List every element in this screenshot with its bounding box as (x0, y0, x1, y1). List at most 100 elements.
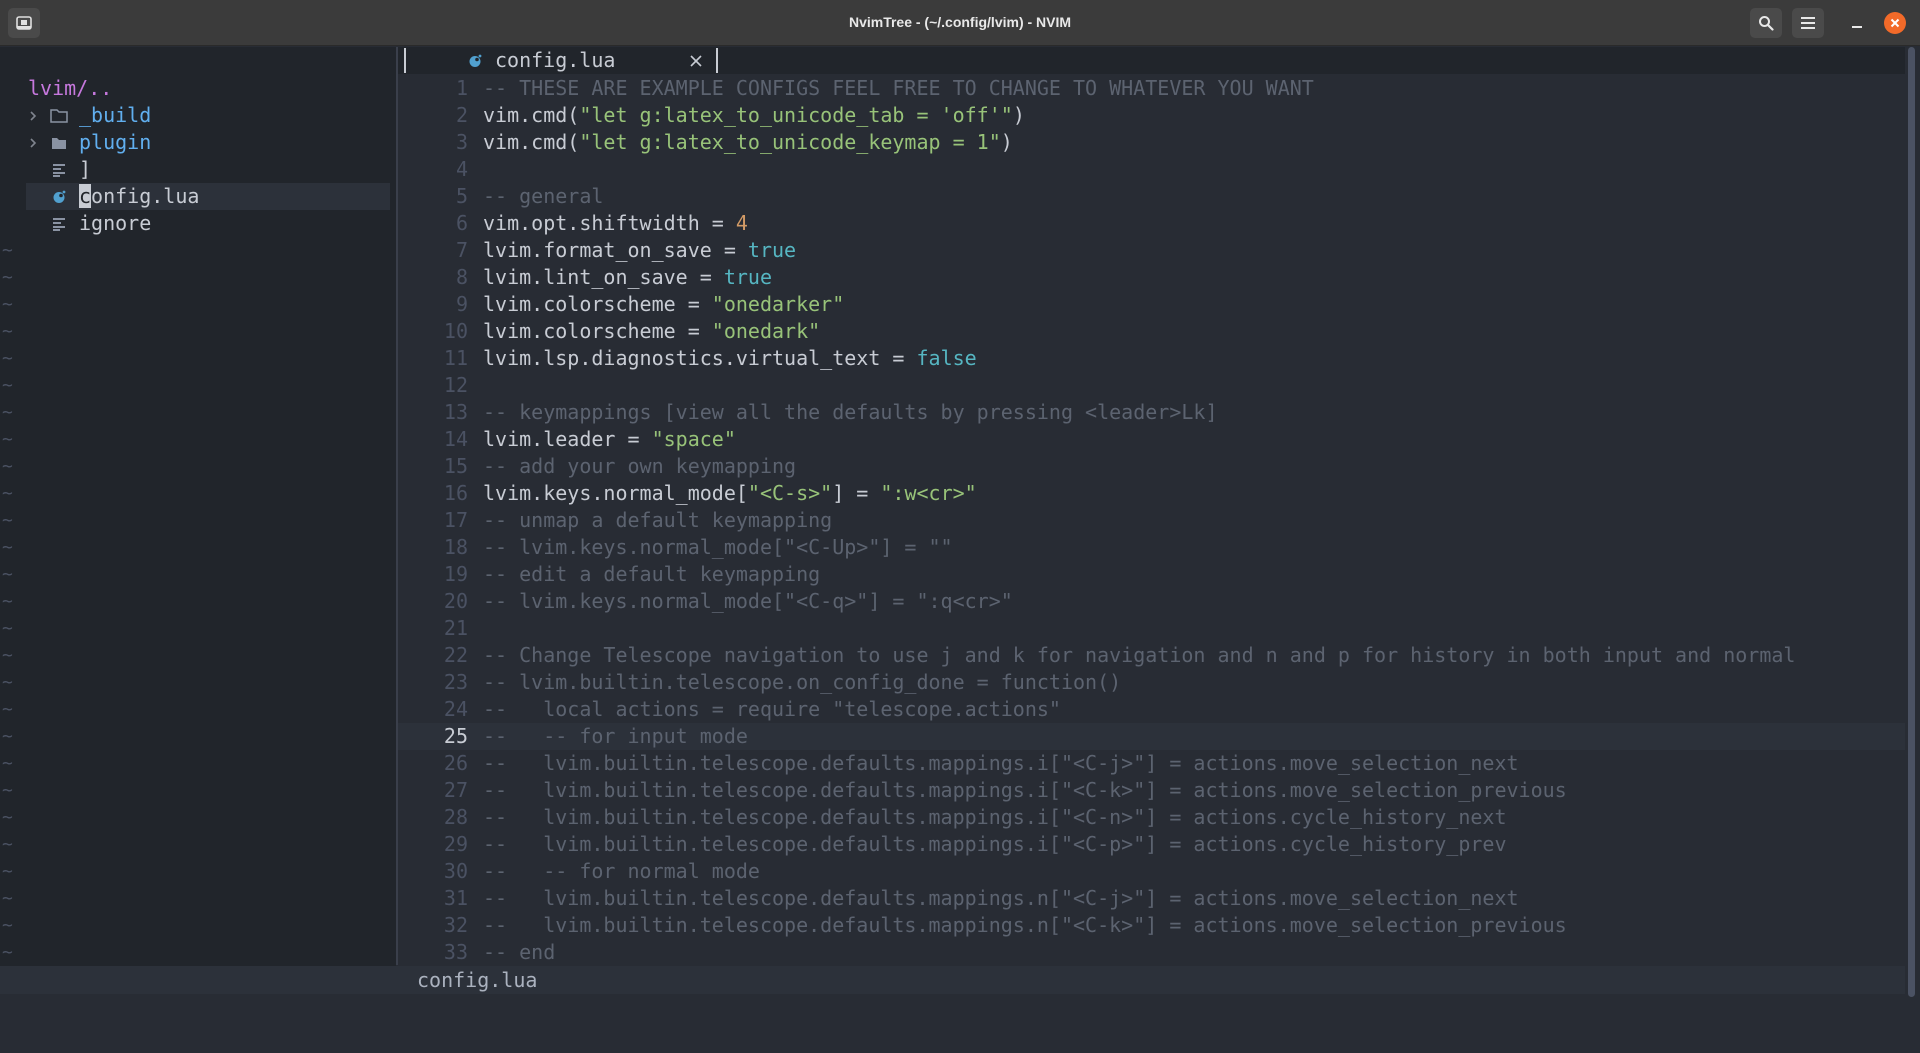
code-line[interactable]: 30 -- -- for normal mode (398, 858, 1905, 885)
code-line[interactable]: 9 lvim.colorscheme = "onedarker" (398, 291, 1905, 318)
chevron-right-icon[interactable] (26, 129, 40, 156)
close-icon[interactable] (1884, 12, 1906, 34)
tree-item-plugin[interactable]: plugin (0, 129, 396, 156)
code-line[interactable]: 3 vim.cmd("let g:latex_to_unicode_keymap … (398, 129, 1905, 156)
line-text: -- lvim.builtin.telescope.defaults.mappi… (483, 777, 1567, 804)
empty-line-tilde: ~ (2, 564, 13, 585)
code-token: -- lvim.builtin.telescope.on_config_done… (483, 670, 1122, 694)
code-line[interactable]: 5 -- general (398, 183, 1905, 210)
code-line[interactable]: 19 -- edit a default keymapping (398, 561, 1905, 588)
code-line[interactable]: 10 lvim.colorscheme = "onedark" (398, 318, 1905, 345)
code-line[interactable]: 1 -- THESE ARE EXAMPLE CONFIGS FEEL FREE … (398, 75, 1905, 102)
code-line[interactable]: 17 -- unmap a default keymapping (398, 507, 1905, 534)
folder-filled-icon (50, 129, 68, 156)
code-line[interactable]: 32 -- lvim.builtin.telescope.defaults.map… (398, 912, 1905, 939)
code-line[interactable]: 15 -- add your own keymapping (398, 453, 1905, 480)
line-text: lvim.colorscheme = "onedark" (483, 318, 820, 345)
code-token: -- keymappings [view all the defaults by… (483, 400, 1218, 424)
line-text: lvim.lsp.diagnostics.virtual_text = fals… (483, 345, 977, 372)
tab-config-lua[interactable]: config.lua (495, 47, 615, 74)
tree-item-build[interactable]: _build (0, 102, 396, 129)
code-line[interactable]: 6 vim.opt.shiftwidth = 4 (398, 210, 1905, 237)
code-token: lvim.colorscheme = (483, 292, 712, 316)
code-line[interactable]: 14 lvim.leader = "space" (398, 426, 1905, 453)
line-number: 31 (443, 886, 468, 910)
code-token: true (747, 238, 797, 262)
command-line[interactable] (0, 994, 1920, 1053)
code-line[interactable]: 29 -- lvim.builtin.telescope.defaults.map… (398, 831, 1905, 858)
empty-line-tilde: ~ (2, 537, 13, 558)
code-line[interactable]: 26 -- lvim.builtin.telescope.defaults.map… (398, 750, 1905, 777)
empty-line-tilde: ~ (2, 348, 13, 369)
empty-line-tilde: ~ (2, 780, 13, 801)
code-line[interactable]: 22 -- Change Telescope navigation to use … (398, 642, 1905, 669)
code-line[interactable]: 12 (398, 372, 1905, 399)
line-number: 8 (455, 265, 468, 289)
empty-line-tilde: ~ (2, 375, 13, 396)
tree-item-ignore[interactable]: ignore (0, 210, 396, 237)
line-number: 16 (443, 481, 468, 505)
line-text: -- local actions = require "telescope.ac… (483, 696, 1061, 723)
code-line[interactable]: 7 lvim.format_on_save = true (398, 237, 1905, 264)
code-line[interactable]: 16 lvim.keys.normal_mode["<C-s>"] = ":w<c… (398, 480, 1905, 507)
line-number: 17 (443, 508, 468, 532)
line-number: 19 (443, 562, 468, 586)
minimize-icon[interactable] (1842, 8, 1872, 38)
line-number: 2 (455, 103, 468, 127)
code-line[interactable]: 25 -- -- for input mode (398, 723, 1905, 750)
line-text: lvim.format_on_save = true (483, 237, 796, 264)
line-text: -- Change Telescope navigation to use j … (483, 642, 1795, 669)
code-line[interactable]: 20 -- lvim.keys.normal_mode["<C-q>"] = ":… (398, 588, 1905, 615)
chevron-right-icon[interactable] (26, 102, 40, 129)
line-number: 7 (455, 238, 468, 262)
code-line[interactable]: 23 -- lvim.builtin.telescope.on_config_do… (398, 669, 1905, 696)
line-text: vim.cmd("let g:latex_to_unicode_keymap =… (483, 129, 1013, 156)
line-number: 15 (443, 454, 468, 478)
hamburger-menu-icon[interactable] (1792, 8, 1824, 38)
line-number: 23 (443, 670, 468, 694)
empty-line-tilde: ~ (2, 699, 13, 720)
line-number: 21 (443, 616, 468, 640)
tree-root[interactable]: lvim/.. (0, 75, 396, 102)
code-token: "onedarker" (711, 292, 845, 316)
code-line[interactable]: 18 -- lvim.keys.normal_mode["<C-Up>"] = "… (398, 534, 1905, 561)
code-line[interactable]: 2 vim.cmd("let g:latex_to_unicode_tab = '… (398, 102, 1905, 129)
line-text: vim.cmd("let g:latex_to_unicode_tab = 'o… (483, 102, 1025, 129)
empty-line-tilde: ~ (2, 888, 13, 909)
line-text: -- lvim.builtin.telescope.defaults.mappi… (483, 804, 1507, 831)
line-number: 5 (455, 184, 468, 208)
code-token: false (916, 346, 977, 370)
code-token: ] = (832, 481, 881, 505)
code-line[interactable]: 24 -- local actions = require "telescope.… (398, 696, 1905, 723)
line-text: -- lvim.builtin.telescope.defaults.mappi… (483, 885, 1519, 912)
code-line[interactable]: 31 -- lvim.builtin.telescope.defaults.map… (398, 885, 1905, 912)
code-line[interactable]: 13 -- keymappings [view all the defaults … (398, 399, 1905, 426)
scrollbar-thumb[interactable] (1908, 47, 1915, 997)
line-text: vim.opt.shiftwidth = 4 (483, 210, 748, 237)
code-line[interactable]: 27 -- lvim.builtin.telescope.defaults.map… (398, 777, 1905, 804)
line-number: 14 (443, 427, 468, 451)
code-token: vim.opt.shiftwidth = (483, 211, 736, 235)
code-token: lvim.lsp.diagnostics.virtual_text = (483, 346, 917, 370)
close-x-icon[interactable] (686, 47, 706, 74)
line-number: 6 (455, 211, 468, 235)
code-token: true (723, 265, 772, 289)
code-line[interactable]: 28 -- lvim.builtin.telescope.defaults.map… (398, 804, 1905, 831)
code-line[interactable]: 33 -- end (398, 939, 1905, 966)
code-token: "onedark" (711, 319, 821, 343)
code-line[interactable]: 4 (398, 156, 1905, 183)
line-text: -- general (483, 183, 603, 210)
tree-item-config-lua[interactable]: config.lua (26, 183, 390, 210)
line-text: -- THESE ARE EXAMPLE CONFIGS FEEL FREE T… (483, 75, 1314, 102)
empty-line-tilde: ~ (2, 402, 13, 423)
code-line[interactable]: 11 lvim.lsp.diagnostics.virtual_text = fa… (398, 345, 1905, 372)
code-editor[interactable]: 1 -- THESE ARE EXAMPLE CONFIGS FEEL FREE … (398, 75, 1905, 966)
line-number: 22 (443, 643, 468, 667)
code-line[interactable]: 8 lvim.lint_on_save = true (398, 264, 1905, 291)
code-token: -- end (483, 940, 556, 964)
code-line[interactable]: 21 (398, 615, 1905, 642)
lua-moon-icon (466, 47, 484, 74)
line-text: lvim.lint_on_save = true (483, 264, 772, 291)
search-icon[interactable] (1750, 8, 1782, 38)
tree-item-bracket-file[interactable]: ] (0, 156, 396, 183)
